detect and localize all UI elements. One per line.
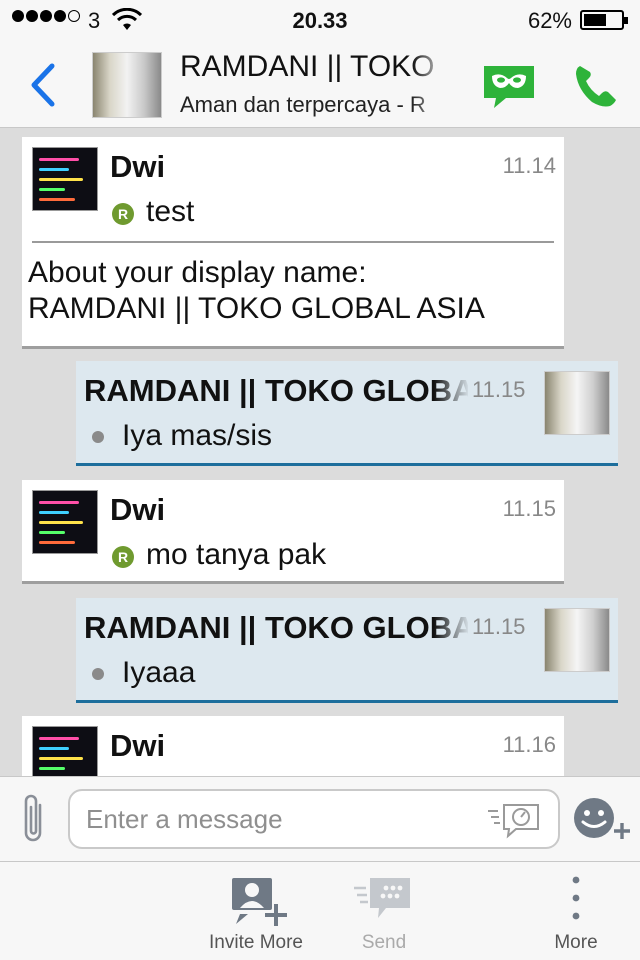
battery-percentage: 62% <box>527 8 572 33</box>
message-time: 11.15 <box>472 614 526 639</box>
chat-header: RAMDANI || TOKO GLOBAL ASIA Aman dan ter… <box>0 40 640 128</box>
read-receipt-icon: R <box>112 203 134 225</box>
incoming-message[interactable]: Dwi 11.14 R test About your display name… <box>22 137 564 349</box>
invite-more-button[interactable]: Invite More <box>200 862 312 960</box>
sender-name: Dwi <box>110 149 166 184</box>
sender-avatar[interactable] <box>32 147 98 211</box>
notice-line: About your display name: <box>28 256 367 289</box>
more-vertical-icon <box>572 876 580 920</box>
invite-contact-icon <box>232 878 287 926</box>
notice-line: RAMDANI || TOKO GLOBAL ASIA <box>28 292 485 325</box>
emoji-add-icon[interactable] <box>570 793 632 847</box>
message-time: 11.15 <box>502 496 556 521</box>
bottom-toolbar: Invite More Send More <box>0 862 640 960</box>
sender-name: RAMDANI || TOKO GLOBAL ASIA <box>84 373 468 408</box>
message-text: Iyaaa <box>122 656 196 689</box>
message-input-box[interactable] <box>68 789 560 849</box>
display-name-notice: About your display name: RAMDANI || TOKO… <box>28 255 485 327</box>
sender-name: Dwi <box>110 492 166 527</box>
contact-status[interactable]: Aman dan terpercaya - R <box>180 92 442 118</box>
message-divider <box>32 241 554 243</box>
sender-name: Dwi <box>110 728 166 763</box>
sender-avatar[interactable] <box>32 490 98 554</box>
outgoing-message[interactable]: RAMDANI || TOKO GLOBAL ASIA 11.15 Iyaaa <box>76 598 618 703</box>
sender-name: RAMDANI || TOKO GLOBAL ASIA <box>84 610 468 645</box>
message-input[interactable] <box>86 791 466 847</box>
outgoing-message[interactable]: RAMDANI || TOKO GLOBAL ASIA 11.15 Iya ma… <box>76 361 618 466</box>
voice-note-icon[interactable] <box>486 801 542 839</box>
more-button[interactable]: More <box>540 862 612 960</box>
battery-icon <box>580 10 628 30</box>
message-time: 11.15 <box>472 377 526 402</box>
message-time: 11.16 <box>502 732 556 757</box>
read-receipt-icon: R <box>112 546 134 568</box>
message-list[interactable]: Dwi 11.14 R test About your display name… <box>0 129 640 776</box>
invite-more-label: Invite More <box>209 932 303 953</box>
send-button[interactable]: Send <box>340 862 428 960</box>
incoming-message[interactable]: Dwi 11.15 R mo tanya pak <box>22 480 564 584</box>
my-avatar[interactable] <box>544 608 610 672</box>
my-avatar[interactable] <box>544 371 610 435</box>
send-label: Send <box>361 932 407 953</box>
back-icon[interactable] <box>26 62 58 108</box>
sent-status-icon <box>92 431 104 443</box>
incoming-message[interactable]: Dwi 11.16 <box>22 716 564 776</box>
phone-icon[interactable] <box>570 62 620 110</box>
message-text: Iya mas/sis <box>122 419 273 452</box>
send-icon <box>354 878 410 918</box>
contact-avatar[interactable] <box>92 52 162 118</box>
message-composer <box>0 776 640 862</box>
message-time: 11.14 <box>502 153 556 178</box>
more-label: More <box>554 932 598 953</box>
message-text: test <box>146 195 195 228</box>
sender-avatar[interactable] <box>32 726 98 776</box>
mask-icon[interactable] <box>482 62 536 110</box>
status-bar: 3 20.33 62% <box>0 0 640 40</box>
sent-status-icon <box>92 668 104 680</box>
paperclip-icon[interactable] <box>18 791 48 847</box>
message-text: mo tanya pak <box>146 538 327 571</box>
contact-name[interactable]: RAMDANI || TOKO GLOBAL ASIA <box>180 50 442 84</box>
